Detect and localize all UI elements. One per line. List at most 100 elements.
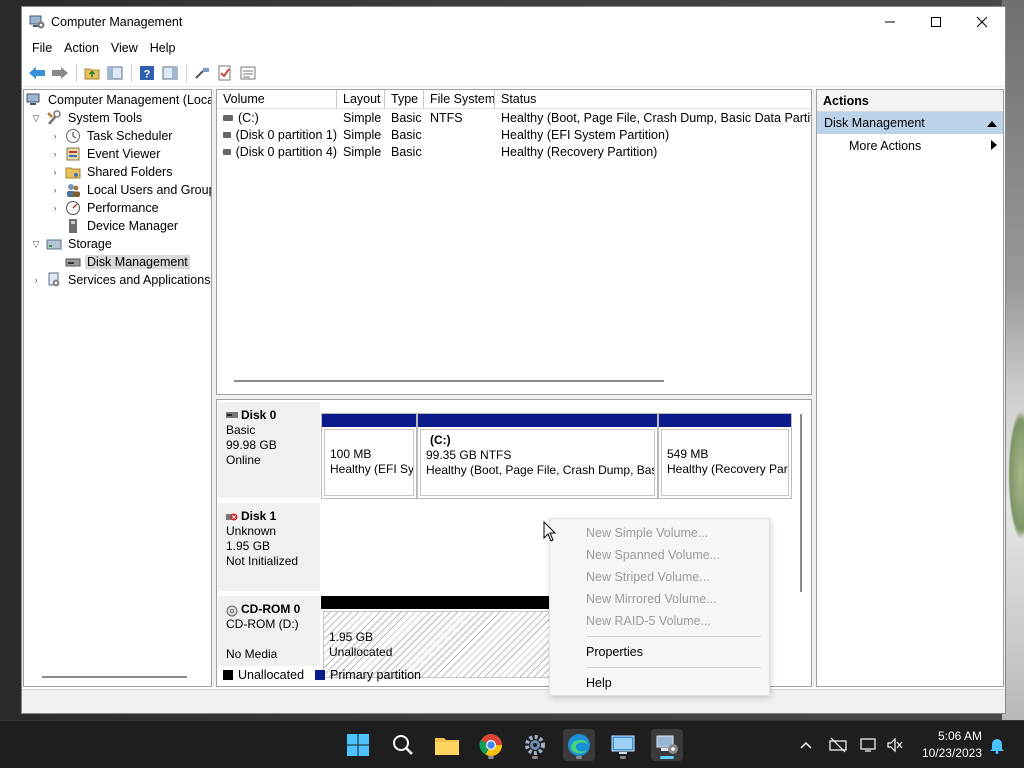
menu-item-new-mirrored-volume[interactable]: New Mirrored Volume... bbox=[550, 588, 769, 610]
menu-action[interactable]: Action bbox=[58, 41, 105, 55]
network-off-icon bbox=[829, 737, 847, 753]
tree-label: Computer Management (Local bbox=[48, 93, 212, 107]
chevron-right-icon[interactable]: › bbox=[49, 203, 61, 213]
search-icon bbox=[393, 735, 413, 755]
connect-icon[interactable] bbox=[191, 62, 213, 84]
more-actions-label: More Actions bbox=[849, 139, 922, 153]
column-header-layout[interactable]: Layout bbox=[337, 90, 385, 108]
status-cell: Healthy (EFI System Partition) bbox=[501, 127, 670, 142]
properties-icon[interactable] bbox=[237, 62, 259, 84]
volume-button[interactable] bbox=[884, 721, 906, 768]
display-button[interactable] bbox=[858, 721, 880, 768]
disk-0-partition-recovery[interactable]: 549 MB Healthy (Recovery Part bbox=[658, 413, 792, 499]
table-row[interactable]: (Disk 0 partition 1) Simple Basic Health… bbox=[217, 126, 811, 143]
close-button[interactable] bbox=[959, 7, 1005, 37]
menu-item-new-raid5-volume[interactable]: New RAID-5 Volume... bbox=[550, 610, 769, 632]
column-header-volume[interactable]: Volume bbox=[217, 90, 337, 108]
tree-item-task-scheduler[interactable]: › Task Scheduler bbox=[49, 127, 174, 145]
chrome-button[interactable] bbox=[475, 729, 507, 761]
menu-item-new-striped-volume[interactable]: New Striped Volume... bbox=[550, 566, 769, 588]
forward-arrow-icon[interactable] bbox=[49, 62, 71, 84]
toolbar-separator bbox=[186, 63, 187, 82]
up-folder-icon[interactable] bbox=[81, 62, 103, 84]
menu-file[interactable]: File bbox=[26, 41, 58, 55]
primary-partition-swatch bbox=[315, 670, 326, 680]
disk-0-info[interactable]: Disk 0 Basic 99.98 GB Online bbox=[218, 402, 320, 498]
toolbar: ? bbox=[22, 59, 1005, 87]
show-action-pane-icon[interactable] bbox=[159, 62, 181, 84]
table-row[interactable]: (C:) Simple Basic NTFS Healthy (Boot, Pa… bbox=[217, 109, 811, 126]
active-indicator bbox=[660, 756, 674, 759]
remote-desktop-button[interactable] bbox=[607, 729, 639, 761]
table-row[interactable]: (Disk 0 partition 4) Simple Basic Health… bbox=[217, 143, 811, 160]
tree-item-shared-folders[interactable]: › Shared Folders bbox=[49, 163, 174, 181]
show-hidden-icons-button[interactable] bbox=[796, 721, 816, 768]
tree-item-system-tools[interactable]: ▽ System Tools bbox=[30, 109, 144, 127]
chevron-right-icon[interactable]: › bbox=[49, 131, 61, 141]
tree-item-services[interactable]: › Services and Applications bbox=[30, 271, 211, 289]
gear-icon bbox=[525, 735, 545, 755]
chevron-right-icon[interactable]: › bbox=[49, 185, 61, 195]
tree-label: Services and Applications bbox=[68, 273, 211, 287]
submenu-arrow-icon bbox=[991, 134, 997, 158]
clock[interactable]: 5:06 AM 10/23/2023 bbox=[914, 728, 982, 762]
running-indicator bbox=[488, 756, 494, 759]
device-manager-icon bbox=[65, 218, 81, 234]
tree-item-event-viewer[interactable]: › Event Viewer bbox=[49, 145, 162, 163]
column-header-file-system[interactable]: File System bbox=[424, 90, 495, 108]
disk-view-vertical-scrollbar[interactable] bbox=[800, 414, 802, 592]
menu-item-new-simple-volume[interactable]: New Simple Volume... bbox=[550, 522, 769, 544]
tree-item-disk-management[interactable]: Disk Management bbox=[65, 253, 190, 271]
tree-label: Disk Management bbox=[85, 255, 190, 269]
back-arrow-icon[interactable] bbox=[26, 62, 48, 84]
tree-item-performance[interactable]: › Performance bbox=[49, 199, 161, 217]
actions-section-disk-management[interactable]: Disk Management bbox=[817, 112, 1003, 134]
status-bar bbox=[22, 689, 1005, 713]
chevron-down-icon[interactable]: ▽ bbox=[30, 239, 42, 250]
computer-management-taskbar-button[interactable] bbox=[651, 729, 683, 761]
more-actions-item[interactable]: More Actions bbox=[817, 134, 1003, 158]
tree-item-local-users[interactable]: › Local Users and Groups bbox=[49, 181, 211, 199]
maximize-button[interactable] bbox=[913, 7, 959, 37]
chevron-right-icon[interactable]: › bbox=[49, 167, 61, 177]
chevron-down-icon[interactable]: ▽ bbox=[30, 113, 42, 124]
menu-help[interactable]: Help bbox=[144, 41, 182, 55]
shared-folder-icon bbox=[65, 164, 81, 180]
disk-1-info[interactable]: Disk 1 Unknown 1.95 GB Not Initialized bbox=[218, 503, 320, 591]
layout-cell: Simple bbox=[343, 144, 382, 159]
chevron-right-icon[interactable]: › bbox=[49, 149, 61, 159]
search-button[interactable] bbox=[387, 729, 419, 761]
tree-item-root[interactable]: Computer Management (Local bbox=[26, 91, 212, 109]
actions-header: Actions bbox=[817, 90, 1003, 112]
menu-item-help[interactable]: Help bbox=[550, 672, 769, 694]
cdrom-0-info[interactable]: CD-ROM 0 CD-ROM (D:) No Media bbox=[218, 596, 320, 666]
settings-button[interactable] bbox=[519, 729, 551, 761]
network-status-button[interactable] bbox=[827, 721, 849, 768]
column-header-type[interactable]: Type bbox=[385, 90, 424, 108]
tree-horizontal-scrollbar[interactable] bbox=[42, 676, 187, 678]
menu-view[interactable]: View bbox=[105, 41, 144, 55]
tree-item-storage[interactable]: ▽ Storage bbox=[30, 235, 114, 253]
minimize-button[interactable] bbox=[867, 7, 913, 37]
help-icon[interactable]: ? bbox=[136, 62, 158, 84]
disk-1-size: 1.95 GB bbox=[226, 539, 271, 553]
file-explorer-button[interactable] bbox=[431, 729, 463, 761]
windows-logo-icon bbox=[347, 734, 369, 756]
notifications-button[interactable] bbox=[986, 721, 1008, 768]
show-hide-tree-icon[interactable] bbox=[104, 62, 126, 84]
disk-0-partition-c[interactable]: (C:) 99.35 GB NTFS Healthy (Boot, Page F… bbox=[417, 413, 658, 499]
title-bar[interactable]: Computer Management bbox=[22, 7, 1005, 37]
edge-button[interactable] bbox=[563, 729, 595, 761]
column-header-status[interactable]: Status bbox=[495, 90, 811, 108]
checklist-icon[interactable] bbox=[214, 62, 236, 84]
display-icon bbox=[860, 738, 876, 752]
chevron-right-icon[interactable]: › bbox=[30, 275, 42, 285]
collapse-triangle-icon[interactable] bbox=[987, 112, 997, 134]
menu-item-properties[interactable]: Properties bbox=[550, 641, 769, 663]
start-button[interactable] bbox=[342, 729, 374, 761]
menu-item-new-spanned-volume[interactable]: New Spanned Volume... bbox=[550, 544, 769, 566]
tree-item-device-manager[interactable]: Device Manager bbox=[65, 217, 180, 235]
volume-cell: (Disk 0 partition 1) bbox=[217, 128, 337, 142]
disk-0-partition-efi[interactable]: 100 MB Healthy (EFI Sys bbox=[321, 413, 417, 499]
volume-list-horizontal-scrollbar[interactable] bbox=[234, 380, 664, 382]
